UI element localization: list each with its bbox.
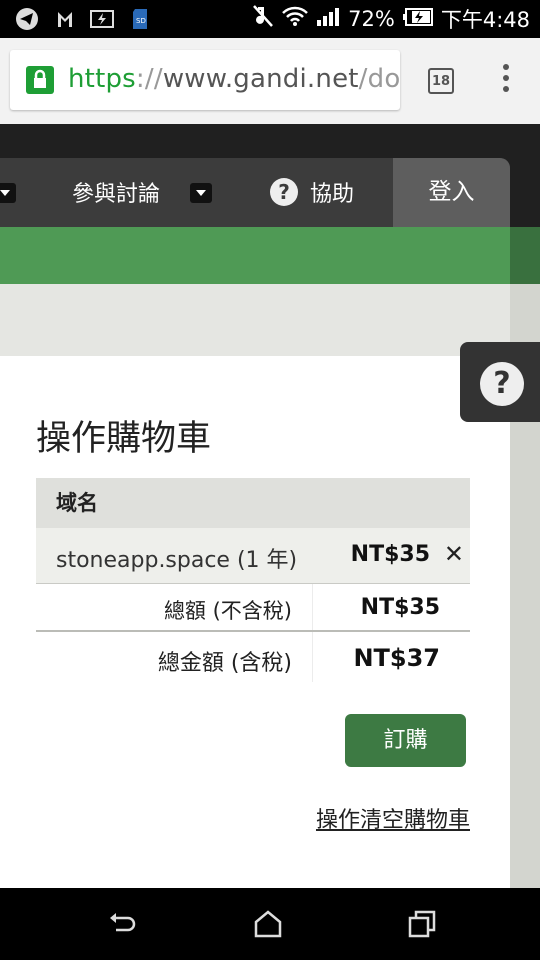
table-header: 域名 <box>36 478 470 528</box>
login-button[interactable]: 登入 <box>393 158 510 227</box>
help-icon[interactable]: ? <box>270 178 298 206</box>
url-scheme: https <box>68 64 136 94</box>
url-separator: :// <box>135 64 163 94</box>
wifi-icon <box>282 5 309 33</box>
chevron-down-icon[interactable] <box>0 183 16 203</box>
nav-discuss[interactable]: 參與討論 <box>72 176 160 208</box>
url-host: www.gandi.net <box>162 64 359 94</box>
back-icon[interactable] <box>106 908 138 940</box>
browser-toolbar: https://www.gandi.net/don 18 <box>0 38 540 124</box>
home-icon[interactable] <box>252 908 284 940</box>
banner-edge <box>510 227 540 284</box>
green-banner <box>0 227 540 284</box>
column-divider <box>312 584 313 630</box>
site-nav: 參與討論 ? 協助 登入 <box>0 158 510 227</box>
battery-icon <box>402 7 433 32</box>
tab-switcher-button[interactable]: 18 <box>428 68 454 94</box>
battery-percent: 72% <box>348 7 395 31</box>
total-value: NT$37 <box>353 644 440 672</box>
subtotal-label: 總額 (不含稅) <box>163 599 292 623</box>
url-text[interactable]: https://www.gandi.net/don <box>68 64 400 94</box>
help-icon: ? <box>480 362 524 406</box>
lock-icon <box>26 66 54 94</box>
mute-icon <box>252 4 274 34</box>
total-label: 總金額 (含稅) <box>157 651 292 676</box>
clock: 下午4:48 <box>440 8 530 32</box>
url-path: /don <box>358 64 400 94</box>
remove-item-icon[interactable]: ✕ <box>444 540 464 568</box>
telegram-icon <box>14 6 40 32</box>
sd-card-icon: SD <box>128 6 154 32</box>
overflow-menu-icon[interactable] <box>494 64 518 98</box>
order-button[interactable]: 訂購 <box>345 714 466 767</box>
subtotal-value: NT$35 <box>360 595 440 620</box>
system-nav-bar <box>0 888 540 960</box>
domain-name: stoneapp.space (1 年) <box>56 548 298 573</box>
total-row: 總金額 (含稅) NT$37 <box>36 632 470 682</box>
recents-icon[interactable] <box>406 908 438 940</box>
battery-charging-icon <box>90 6 116 32</box>
column-divider <box>312 632 313 682</box>
subtotal-row: 總額 (不含稅) NT$35 <box>36 584 470 632</box>
floating-help-button[interactable]: ? <box>460 342 540 422</box>
svg-text:SD: SD <box>136 17 146 25</box>
page-title: 操作購物車 <box>36 419 212 459</box>
domain-price: NT$35 <box>350 542 430 567</box>
empty-cart-link[interactable]: 操作清空購物車 <box>316 802 470 834</box>
status-bar: SD 72% 下午4:48 <box>0 0 540 38</box>
table-row: stoneapp.space (1 年) NT$35 ✕ <box>36 528 470 584</box>
address-bar[interactable]: https://www.gandi.net/don <box>10 50 400 110</box>
signal-icon <box>316 6 340 32</box>
gmail-icon <box>52 6 78 32</box>
nav-help[interactable]: 協助 <box>310 176 354 208</box>
chevron-down-icon[interactable] <box>190 183 212 203</box>
cart-panel: 操作購物車 域名 stoneapp.space (1 年) NT$35 ✕ 總額… <box>0 356 510 888</box>
web-page: 參與討論 ? 協助 登入 操作購物車 域名 stoneapp.space (1 … <box>0 124 540 888</box>
